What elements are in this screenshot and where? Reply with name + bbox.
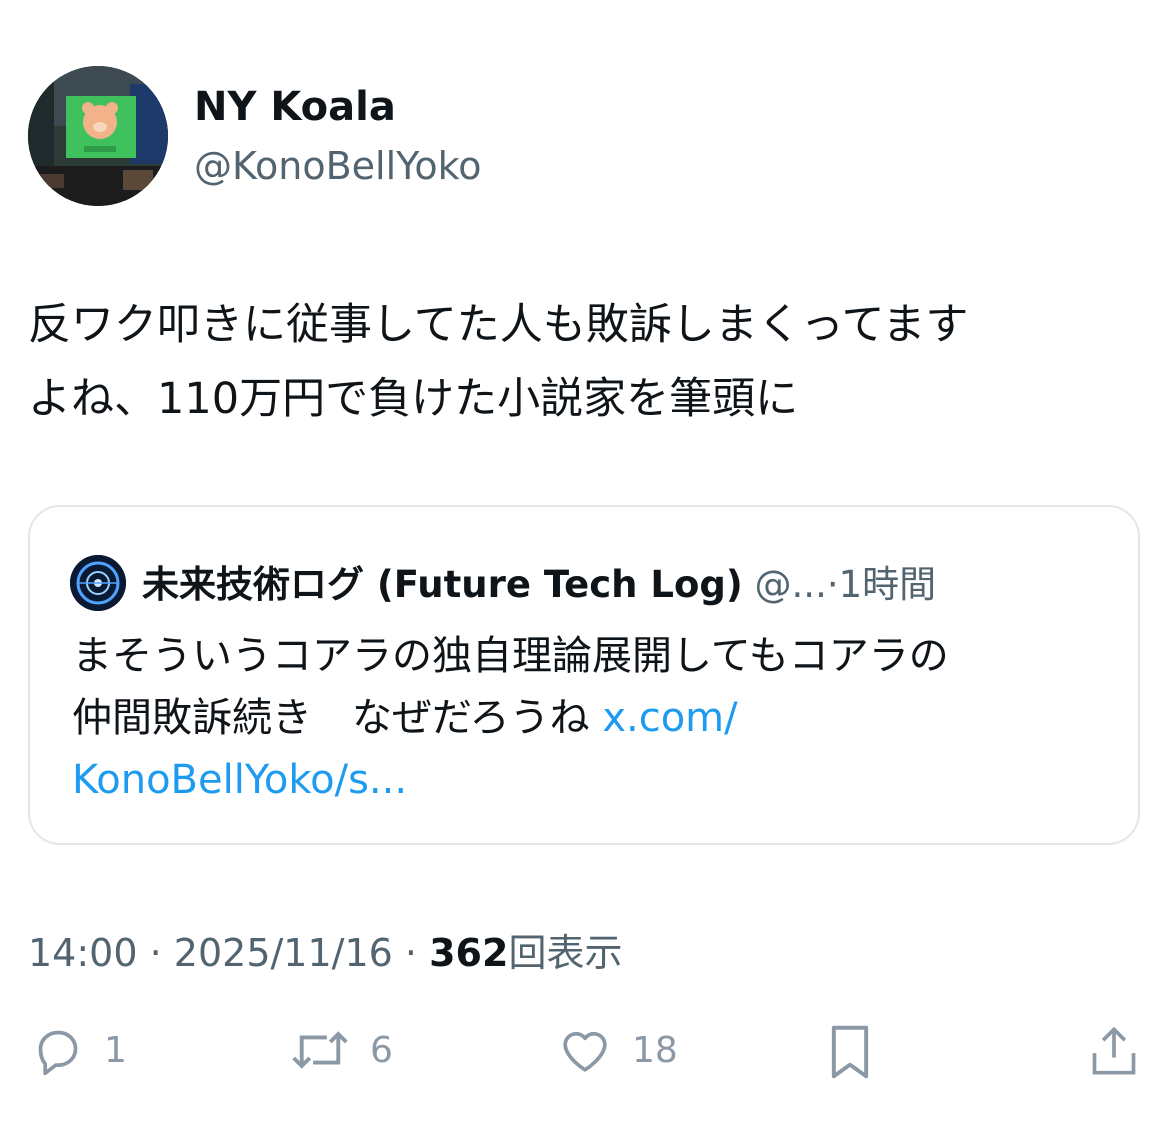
meta-separator: ·: [404, 931, 418, 975]
quoted-header: 未来技術ログ (Future Tech Log) @...·1時間: [142, 554, 936, 608]
reply-icon: [38, 1030, 78, 1076]
quoted-text-line: まそういうコアラの独自理論展開してもコアラの: [72, 633, 949, 679]
tweet-text-line: 反ワク叩きに従事してた人も敗訴しまくってます: [28, 300, 969, 350]
views-label[interactable]: 回表示: [508, 931, 622, 975]
avatar-photo-icon: [28, 66, 168, 206]
quoted-separator: ·: [826, 563, 839, 606]
quoted-avatar: [70, 555, 126, 611]
quoted-link[interactable]: x.com/: [602, 695, 737, 741]
repost-icon: [292, 1031, 348, 1069]
quoted-text: まそういうコアラの独自理論展開してもコアラの 仲間敗訴続き なぜだろうね x.c…: [72, 625, 1092, 811]
quoted-link-continuation[interactable]: KonoBellYoko/s...: [72, 757, 407, 803]
author-avatar[interactable]: [28, 66, 168, 206]
quoted-display-name[interactable]: 未来技術ログ (Future Tech Log): [142, 563, 743, 606]
author-handle[interactable]: @KonoBellYoko: [194, 144, 482, 188]
share-icon: [1092, 1026, 1136, 1075]
quoted-text-segment: 仲間敗訴続き なぜだろうね: [72, 695, 590, 741]
repost-count: 6: [370, 1029, 393, 1071]
action-bar: 1 6 18: [0, 1022, 1170, 1092]
views-count[interactable]: 362: [429, 931, 508, 975]
like-button[interactable]: 18: [556, 1022, 678, 1078]
bookmark-button[interactable]: [822, 1022, 878, 1082]
reply-button[interactable]: 1: [30, 1022, 127, 1078]
tweet-time[interactable]: 14:00: [28, 931, 138, 975]
meta-separator: ·: [149, 931, 162, 975]
tweet-date[interactable]: 2025/11/16: [174, 931, 393, 975]
quoted-text-line: 仲間敗訴続き なぜだろうね x.com/: [72, 687, 1092, 749]
like-count: 18: [632, 1029, 678, 1071]
tweet-metadata: 14:00 · 2025/11/16 · 362回表示: [28, 922, 622, 977]
repost-button[interactable]: 6: [288, 1022, 393, 1078]
author-display-name[interactable]: NY Koala: [194, 84, 396, 130]
quoted-time[interactable]: 1時間: [839, 563, 937, 606]
tweet-text-line: よね、110万円で負けた小説家を筆頭に: [28, 374, 799, 424]
quoted-tweet-card[interactable]: 未来技術ログ (Future Tech Log) @...·1時間 まそういうコ…: [28, 505, 1140, 845]
bookmark-icon: [831, 1025, 869, 1079]
heart-icon: [563, 1031, 607, 1072]
tech-globe-icon: [70, 555, 126, 611]
tweet-text: 反ワク叩きに従事してた人も敗訴しまくってます よね、110万円で負けた小説家を筆…: [28, 288, 1148, 436]
share-button[interactable]: [1088, 1022, 1140, 1080]
quoted-handle[interactable]: @...: [755, 563, 827, 606]
quoted-text-line: KonoBellYoko/s...: [72, 749, 1092, 811]
reply-count: 1: [104, 1029, 127, 1071]
